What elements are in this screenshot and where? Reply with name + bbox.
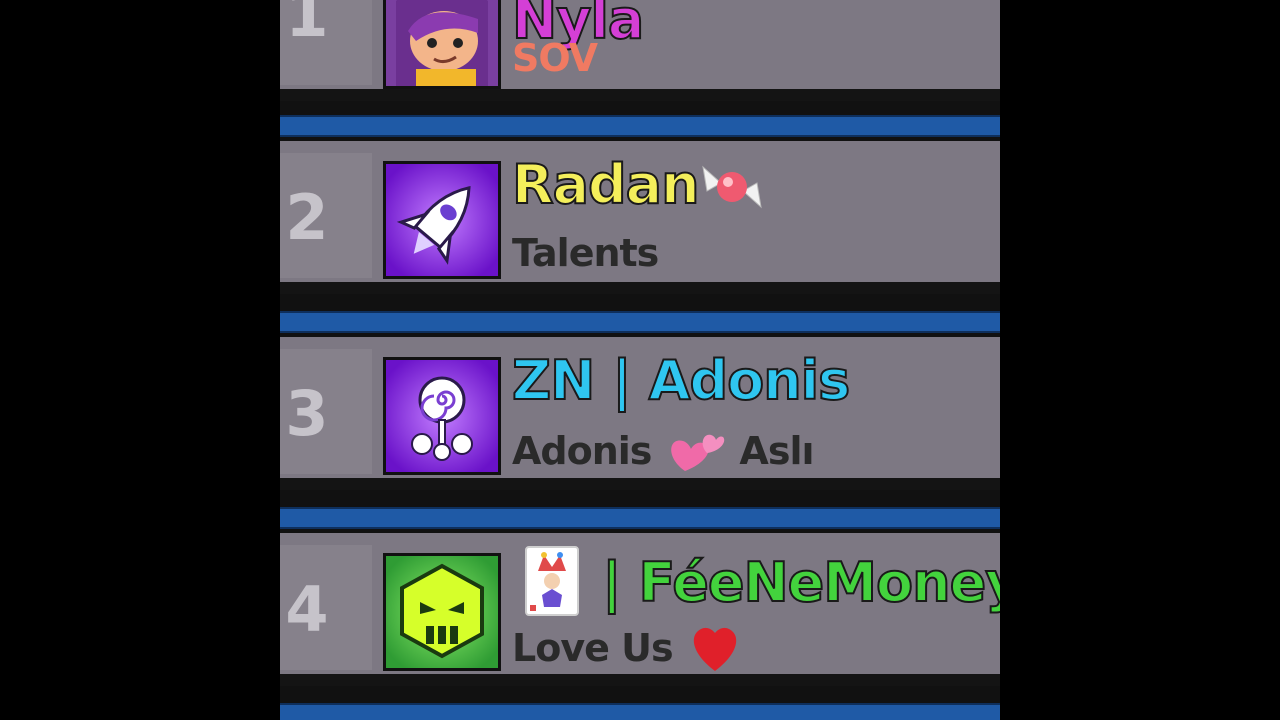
leaderboard-row-1[interactable]: 1 Nyla SOV	[280, 0, 1000, 101]
lollipop-icon	[383, 357, 501, 475]
row-separator	[280, 703, 1000, 720]
row-separator	[280, 311, 1000, 333]
player-name: | FéeNeMoney	[601, 550, 1000, 615]
player-club-tag: Love Us	[512, 623, 743, 673]
rank-number: 3	[285, 377, 329, 450]
two-hearts-icon	[665, 427, 725, 475]
rank-number: 4	[285, 573, 329, 646]
player-name: Radan	[511, 152, 701, 217]
leaderboard-row-4[interactable]: 4 | FéeNeMoney Love Us	[280, 533, 1000, 686]
player-club-tag: Talents	[512, 231, 659, 275]
row-separator	[280, 507, 1000, 529]
shelly-portrait-icon	[383, 0, 501, 89]
rank-number: 2	[285, 181, 329, 254]
red-heart-icon	[687, 623, 743, 673]
player-club-tag: SOV	[512, 36, 598, 80]
candy-icon	[695, 157, 769, 221]
club-leaderboard: 1 Nyla SOV 2 Radan Talents 3 ZN | Adonis…	[280, 0, 1000, 720]
joker-card-icon	[524, 545, 580, 621]
rocket-icon	[383, 161, 501, 279]
row-separator	[280, 115, 1000, 137]
leaderboard-row-2[interactable]: 2 Radan Talents	[280, 141, 1000, 294]
rank-number: 1	[285, 0, 329, 51]
player-name: ZN | Adonis	[511, 348, 851, 413]
leaderboard-row-3[interactable]: 3 ZN | Adonis Adonis Aslı	[280, 337, 1000, 490]
club-tag-part-b: Aslı	[739, 429, 814, 473]
club-tag-text: Love Us	[512, 626, 674, 670]
player-club-tag: Adonis Aslı	[512, 427, 815, 475]
club-tag-part-a: Adonis	[512, 429, 652, 473]
skull-hexagon-icon	[383, 553, 501, 671]
